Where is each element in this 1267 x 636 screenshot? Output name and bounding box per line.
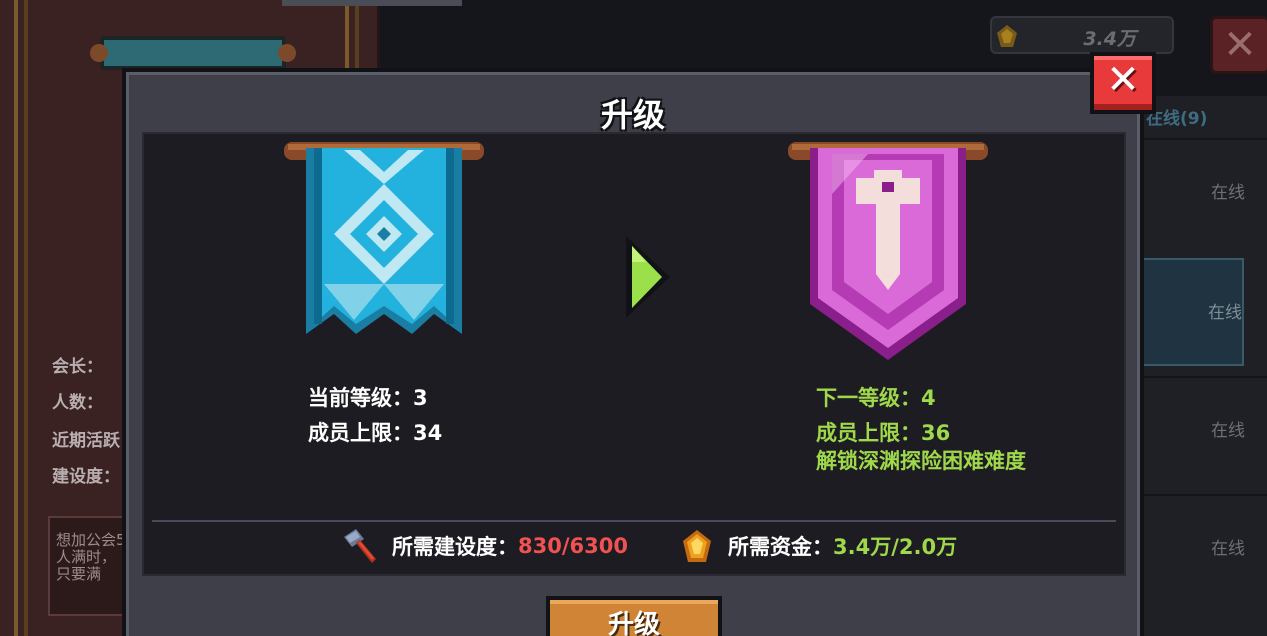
upgrade-button[interactable]: 升级 <box>546 596 722 636</box>
guild-construction-label: 建设度： <box>52 467 120 487</box>
currency-display: 3.4万 <box>990 16 1174 54</box>
dialog-title: 升级 <box>600 96 665 134</box>
member-row[interactable]: 在线 <box>1140 376 1267 484</box>
divider <box>152 520 1116 522</box>
member-status: 在线 <box>1211 421 1245 441</box>
upgrade-dialog: 升级 当前等级：3 成员上限：34 下一等级：4 成员上限：36 解锁深渊探险困… <box>122 68 1144 636</box>
construction-cost: 所需建设度： 830/6300 <box>340 526 628 566</box>
member-row[interactable]: 在线 <box>1140 494 1267 602</box>
guild-activity-label: 近期活跃 <box>52 431 120 451</box>
panel-stripe <box>14 0 18 636</box>
next-unlock-feature: 解锁深渊探险困难难度 <box>816 449 1026 473</box>
funds-cost-label: 所需资金： <box>728 535 833 559</box>
next-level: 下一等级：4 <box>816 386 936 410</box>
guild-member-count-label: 人数： <box>52 393 103 413</box>
blue-guild-banner-icon <box>284 142 484 334</box>
close-x-glyph: ✕ <box>1106 57 1140 103</box>
funds-cost-value: 3.4万/2.0万 <box>833 535 958 559</box>
gold-gem-icon <box>997 25 1017 47</box>
currency-amount: 3.4万 <box>1083 28 1136 50</box>
current-level: 当前等级：3 <box>308 386 428 410</box>
hammer-icon <box>344 529 376 563</box>
gold-gem-icon <box>683 530 711 562</box>
member-status: 在线 <box>1211 183 1245 203</box>
close-icon[interactable]: ✕ <box>1090 52 1156 114</box>
current-member-limit: 成员上限：34 <box>308 421 443 445</box>
funds-cost: 所需资金： 3.4万/2.0万 <box>682 526 957 566</box>
upgrade-content: 当前等级：3 成员上限：34 下一等级：4 成员上限：36 解锁深渊探险困难难度… <box>142 132 1126 576</box>
construction-cost-value: 830/6300 <box>518 534 628 558</box>
arrow-right-icon <box>626 236 670 318</box>
construction-cost-label: 所需建设度： <box>392 535 518 559</box>
member-row[interactable]: 在线 <box>1140 138 1267 246</box>
top-bar <box>282 0 462 6</box>
purple-guild-banner-icon <box>788 142 988 360</box>
member-status: 在线 <box>1211 539 1245 559</box>
close-icon[interactable]: ✕ <box>1210 16 1267 74</box>
guild-banner-scroll <box>90 36 296 70</box>
member-row-selected[interactable]: 在线 <box>1140 258 1244 366</box>
panel-stripe <box>24 0 28 636</box>
member-status: 在线 <box>1208 303 1242 323</box>
guild-leader-label: 会长： <box>52 357 103 377</box>
next-member-limit: 成员上限：36 <box>816 421 951 445</box>
